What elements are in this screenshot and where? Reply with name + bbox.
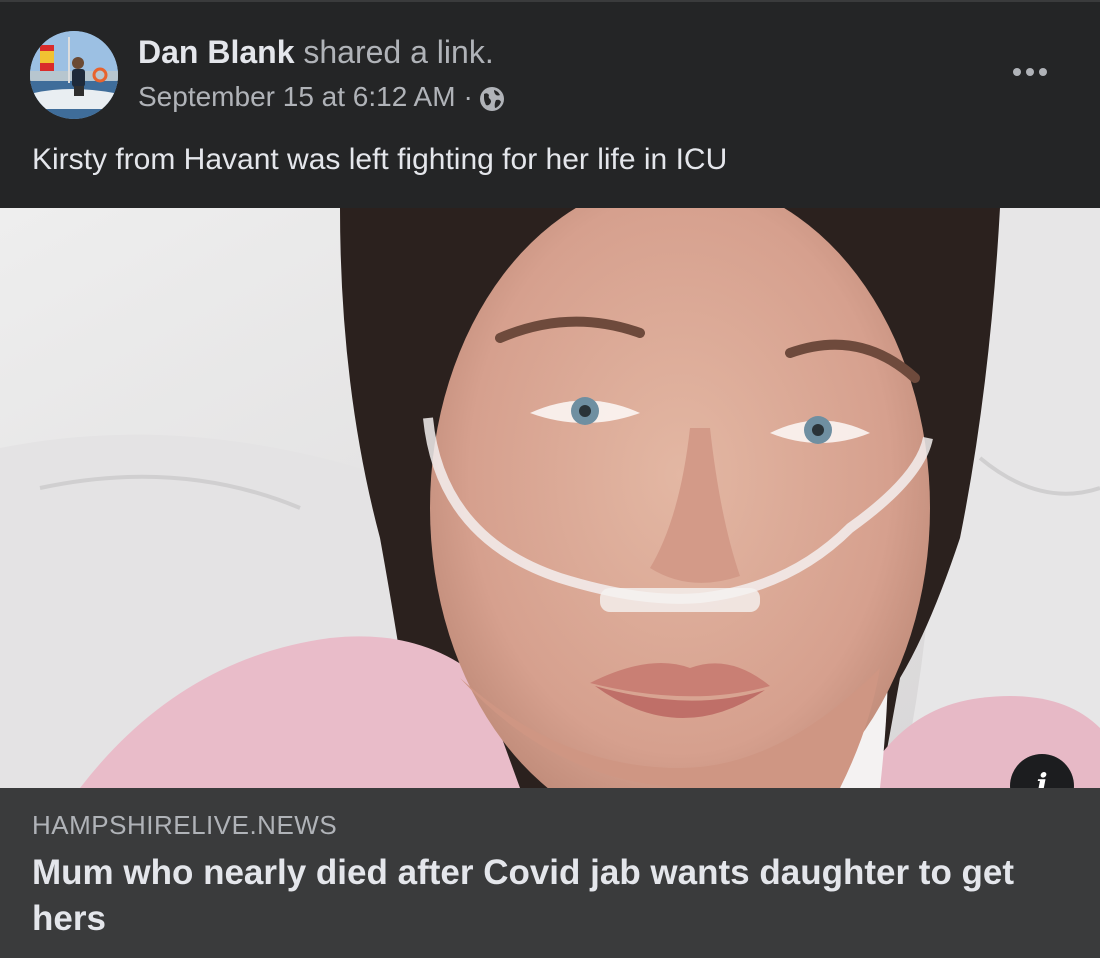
link-domain: HAMPSHIRELIVE.NEWS <box>32 810 338 840</box>
shared-link-post: Dan Blank shared a link. September 15 at… <box>0 0 1100 958</box>
avatar[interactable] <box>30 31 118 119</box>
globe-icon[interactable] <box>479 84 505 111</box>
avatar-photo <box>30 31 118 119</box>
more-options-icon <box>1013 68 1021 76</box>
link-title[interactable]: Mum who nearly died after Covid jab want… <box>32 850 1052 942</box>
post-timestamp[interactable]: September 15 at 6:12 AM <box>138 78 456 116</box>
more-options-icon <box>1026 68 1034 76</box>
post-action-text: shared a link. <box>303 34 494 70</box>
more-options-icon <box>1039 68 1047 76</box>
link-preview-image[interactable] <box>0 178 1100 838</box>
author-name[interactable]: Dan Blank <box>138 34 294 70</box>
post-text: Kirsty from Havant was left fighting for… <box>32 143 728 176</box>
link-preview-footer[interactable]: HAMPSHIRELIVE.NEWS Mum who nearly died a… <box>0 788 1100 958</box>
more-options-button[interactable] <box>1006 56 1054 88</box>
meta-separator: · <box>463 81 473 112</box>
post-header: Dan Blank shared a link. September 15 at… <box>0 2 1100 208</box>
author-line: Dan Blank shared a link. <box>138 32 494 72</box>
post-meta: September 15 at 6:12 AM · <box>138 78 505 116</box>
